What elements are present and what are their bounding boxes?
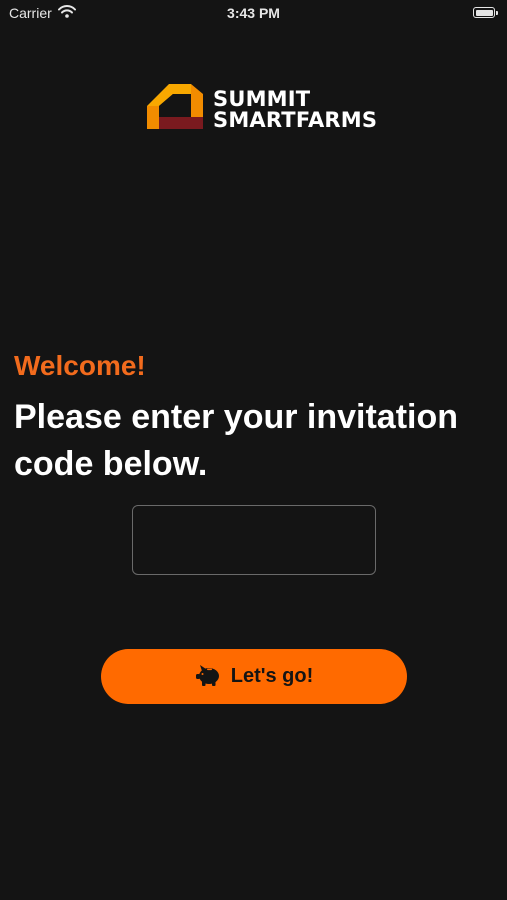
status-bar: Carrier 3:43 PM	[0, 0, 507, 28]
invitation-code-input[interactable]	[132, 505, 376, 575]
brand-line-1: SUMMIT	[213, 86, 311, 111]
invitation-prompt: Please enter your invitation code below.	[14, 398, 459, 483]
brand-wordmark: SUMMIT SMARTFARMS	[213, 86, 378, 132]
battery-icon	[473, 7, 498, 18]
brand-logo: SUMMIT SMARTFARMS	[147, 84, 377, 135]
status-time: 3:43 PM	[227, 5, 280, 21]
summit-logo-icon	[147, 84, 203, 135]
welcome-heading: Welcome!	[14, 350, 146, 381]
lets-go-button[interactable]: Let's go!	[101, 649, 407, 704]
piggy-bank-icon	[195, 664, 221, 689]
brand-line-2: SMARTFARMS	[213, 107, 378, 132]
lets-go-label: Let's go!	[230, 665, 314, 687]
